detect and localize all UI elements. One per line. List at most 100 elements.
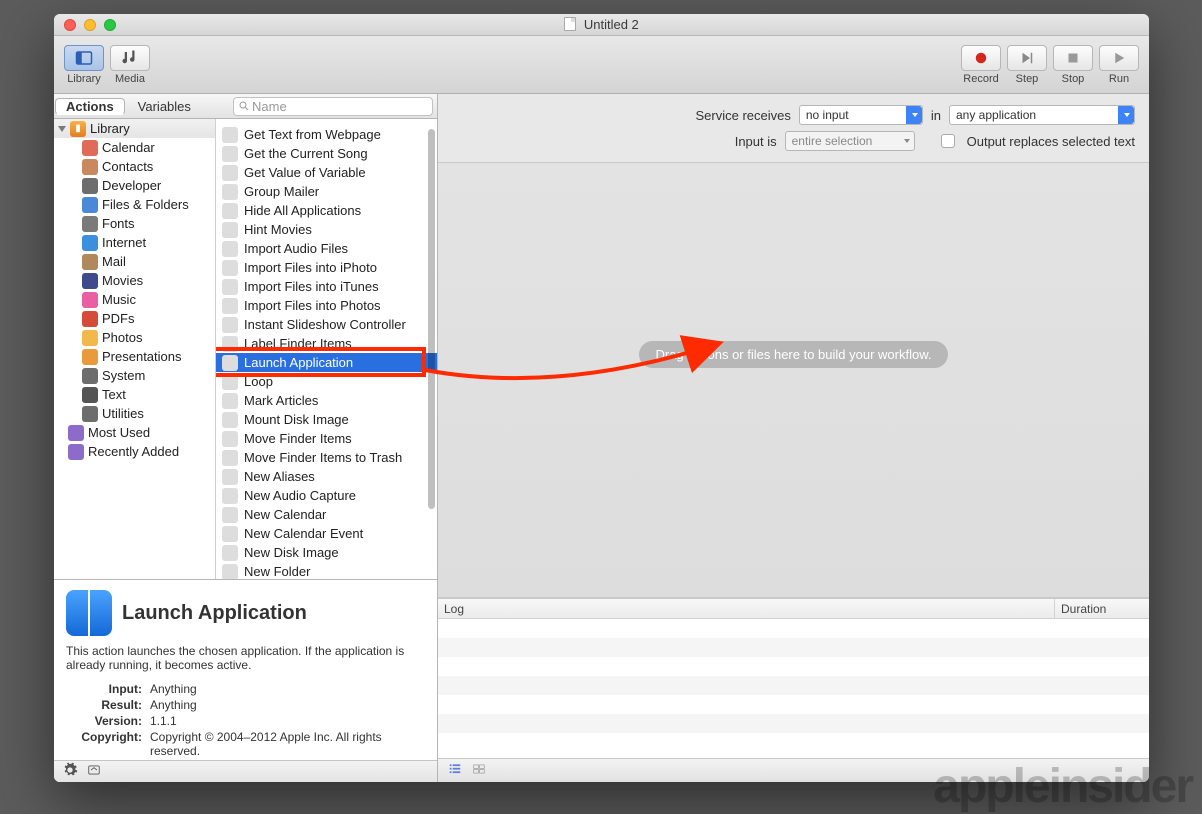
action-item[interactable]: New Calendar (216, 505, 437, 524)
sidebar-icon (75, 49, 93, 67)
action-item[interactable]: Get the Current Song (216, 144, 437, 163)
action-item[interactable]: New Calendar Event (216, 524, 437, 543)
expand-icon[interactable] (86, 763, 102, 780)
in-value: any application (956, 108, 1036, 122)
action-item[interactable]: Label Finder Items (216, 334, 437, 353)
info-description: This action launches the chosen applicat… (66, 644, 425, 672)
duration-column-header[interactable]: Duration (1055, 599, 1149, 618)
action-item[interactable]: Import Files into iPhoto (216, 258, 437, 277)
category-icon (82, 254, 98, 270)
disclosure-triangle-icon[interactable] (58, 126, 66, 132)
stop-toolbar-button[interactable]: Stop (1053, 45, 1093, 85)
action-item[interactable]: Loop (216, 372, 437, 391)
in-application-select[interactable]: any application (949, 105, 1135, 125)
gear-icon[interactable] (62, 762, 78, 781)
tree-item[interactable]: Recently Added (54, 442, 215, 461)
input-is-label: Input is (735, 134, 777, 149)
tree-item[interactable]: Files & Folders (54, 195, 215, 214)
toolbar: Library Media Record Step Stop (54, 36, 1149, 94)
tab-variables[interactable]: Variables (126, 97, 203, 116)
action-icon (222, 203, 238, 219)
action-item[interactable]: Import Audio Files (216, 239, 437, 258)
tree-item[interactable]: PDFs (54, 309, 215, 328)
info-copyright-key: Copyright: (66, 730, 150, 758)
scrollbar[interactable] (428, 129, 435, 509)
action-item[interactable]: Mark Articles (216, 391, 437, 410)
grid-view-icon[interactable] (470, 762, 488, 779)
library-icon: ▮ (70, 121, 86, 137)
tree-item-label: Movies (102, 273, 143, 288)
search-placeholder: Name (252, 99, 287, 114)
action-icon (222, 165, 238, 181)
action-item-label: Hide All Applications (244, 203, 361, 218)
tree-item[interactable]: Music (54, 290, 215, 309)
action-item[interactable]: New Folder (216, 562, 437, 579)
action-item[interactable]: Launch Application (216, 353, 437, 372)
tree-item[interactable]: Most Used (54, 423, 215, 442)
tree-item[interactable]: Text (54, 385, 215, 404)
service-receives-value: no input (806, 108, 849, 122)
tree-item[interactable]: Mail (54, 252, 215, 271)
action-item[interactable]: Move Finder Items (216, 429, 437, 448)
action-icon (222, 393, 238, 409)
search-input[interactable]: Name (233, 97, 433, 116)
tree-item[interactable]: Presentations (54, 347, 215, 366)
action-item[interactable]: New Disk Image (216, 543, 437, 562)
action-item[interactable]: Instant Slideshow Controller (216, 315, 437, 334)
list-view-icon[interactable] (446, 762, 464, 779)
action-item[interactable]: New Aliases (216, 467, 437, 486)
action-item[interactable]: Move Finder Items to Trash (216, 448, 437, 467)
automator-window: Untitled 2 Library Media Record Step (54, 14, 1149, 782)
tree-library-root[interactable]: ▮ Library (54, 119, 215, 138)
category-icon (82, 292, 98, 308)
library-toolbar-button[interactable]: Library (64, 45, 104, 85)
info-title: Launch Application (122, 602, 307, 625)
action-item[interactable]: Import Files into iTunes (216, 277, 437, 296)
smart-folder-icon (68, 444, 84, 460)
action-icon (222, 412, 238, 428)
tree-item[interactable]: Movies (54, 271, 215, 290)
tree-item[interactable]: Photos (54, 328, 215, 347)
info-input-value: Anything (150, 682, 425, 696)
action-item[interactable]: Hint Movies (216, 220, 437, 239)
tab-actions[interactable]: Actions (55, 98, 125, 115)
action-item[interactable]: Hide All Applications (216, 201, 437, 220)
category-icon (82, 311, 98, 327)
tree-item[interactable]: Fonts (54, 214, 215, 233)
log-column-header[interactable]: Log (438, 599, 1055, 618)
tree-item[interactable]: Contacts (54, 157, 215, 176)
log-panel: Log Duration (438, 598, 1149, 758)
run-toolbar-button[interactable]: Run (1099, 45, 1139, 85)
action-icon (222, 146, 238, 162)
action-item[interactable]: New Audio Capture (216, 486, 437, 505)
tree-item-label: Calendar (102, 140, 155, 155)
tree-item[interactable]: System (54, 366, 215, 385)
input-is-select[interactable]: entire selection (785, 131, 915, 151)
titlebar: Untitled 2 (54, 14, 1149, 36)
action-item[interactable]: Mount Disk Image (216, 410, 437, 429)
output-replaces-checkbox[interactable] (941, 134, 955, 148)
action-list[interactable]: Get Text from WebpageGet the Current Son… (216, 119, 437, 579)
tree-item[interactable]: Utilities (54, 404, 215, 423)
action-item[interactable]: Get Text from Webpage (216, 125, 437, 144)
media-toolbar-button[interactable]: Media (110, 45, 150, 85)
action-item[interactable]: Group Mailer (216, 182, 437, 201)
step-toolbar-button[interactable]: Step (1007, 45, 1047, 85)
tree-item[interactable]: Internet (54, 233, 215, 252)
tree-item-label: PDFs (102, 311, 135, 326)
tree-item[interactable]: Calendar (54, 138, 215, 157)
library-tabs: Actions Variables Name (54, 94, 437, 119)
document-icon (564, 17, 576, 31)
tree-item[interactable]: Developer (54, 176, 215, 195)
record-toolbar-button[interactable]: Record (961, 45, 1001, 85)
tree-item-label: Contacts (102, 159, 153, 174)
action-item[interactable]: Import Files into Photos (216, 296, 437, 315)
action-icon (222, 222, 238, 238)
workflow-canvas[interactable]: Drag actions or files here to build your… (438, 163, 1149, 598)
info-copyright-value: Copyright © 2004–2012 Apple Inc. All rig… (150, 730, 425, 758)
library-tree[interactable]: ▮ Library Calendar Contacts DeveloperFiles… (54, 119, 216, 579)
action-item[interactable]: Get Value of Variable (216, 163, 437, 182)
category-icon (82, 273, 98, 289)
service-receives-select[interactable]: no input (799, 105, 923, 125)
category-icon (82, 330, 98, 346)
